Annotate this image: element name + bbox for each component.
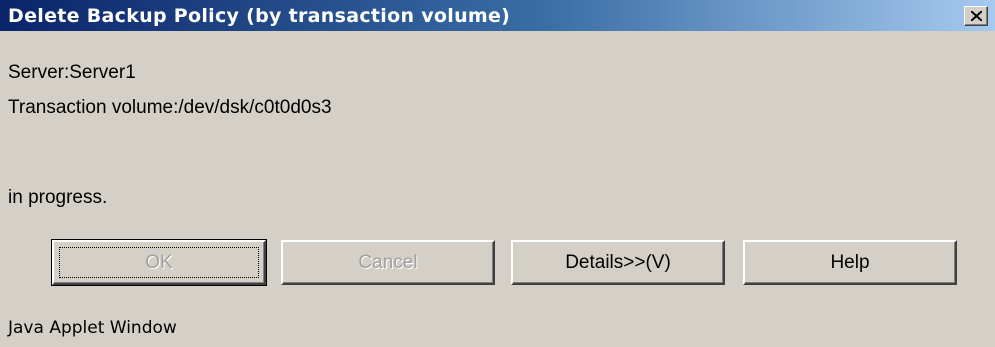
transaction-volume-label: Transaction volume:/dev/dsk/c0t0d0s3 [8,97,332,118]
close-icon [971,11,982,21]
window-title: Delete Backup Policy (by transaction vol… [8,5,511,27]
java-applet-footer: Java Applet Window [8,318,177,338]
server-label: Server:Server1 [8,62,136,83]
close-button[interactable] [964,6,988,26]
title-bar[interactable]: Delete Backup Policy (by transaction vol… [0,0,995,31]
ok-button[interactable]: OK [51,239,267,286]
focus-rect [59,247,259,278]
status-message: in progress. [8,187,108,208]
help-button-label: Help [830,251,870,273]
dialog-window: Delete Backup Policy (by transaction vol… [0,0,995,347]
cancel-button-label: Cancel [358,251,418,273]
details-button-label: Details>>(V) [565,251,671,273]
cancel-button[interactable]: Cancel [281,240,495,285]
details-button[interactable]: Details>>(V) [511,240,725,285]
help-button[interactable]: Help [743,240,957,285]
